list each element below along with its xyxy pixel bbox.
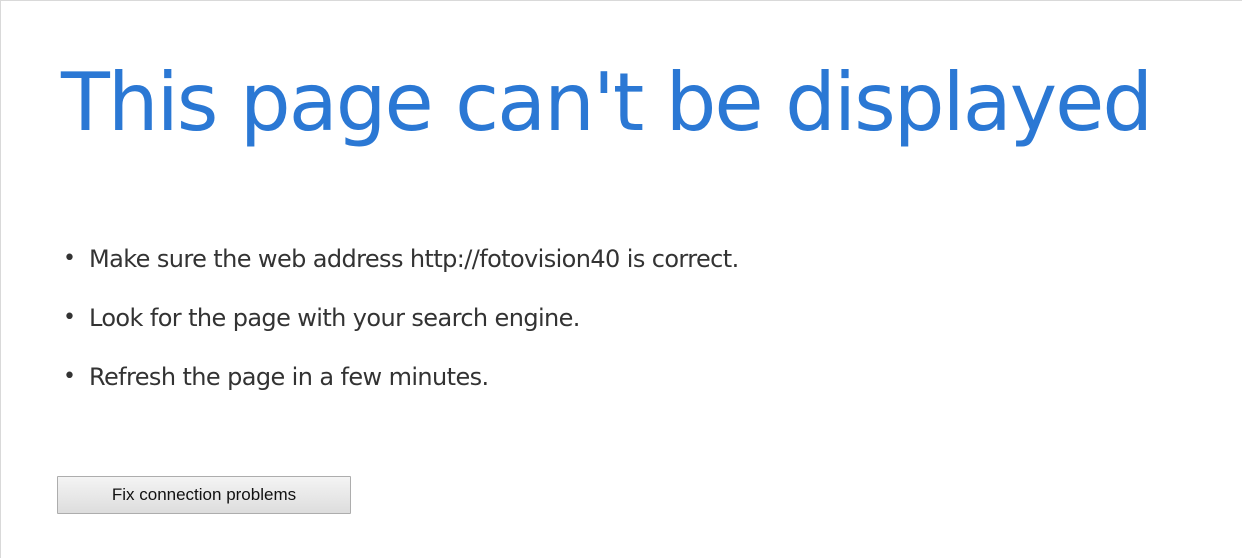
page-title: This page can't be displayed <box>61 56 1153 149</box>
list-item: • Make sure the web address http://fotov… <box>61 233 739 292</box>
troubleshooting-list: • Make sure the web address http://fotov… <box>61 233 739 410</box>
tip-refresh: Refresh the page in a few minutes. <box>89 363 489 391</box>
bullet-icon: • <box>63 364 76 389</box>
tip-search-engine: Look for the page with your search engin… <box>89 304 580 332</box>
list-item: • Refresh the page in a few minutes. <box>61 351 739 410</box>
list-item: • Look for the page with your search eng… <box>61 292 739 351</box>
tip-check-address: Make sure the web address http://fotovis… <box>89 245 739 273</box>
bullet-icon: • <box>63 305 76 330</box>
error-page: This page can't be displayed • Make sure… <box>0 0 1242 558</box>
bullet-icon: • <box>63 246 76 271</box>
fix-connection-problems-button[interactable]: Fix connection problems <box>57 476 351 514</box>
